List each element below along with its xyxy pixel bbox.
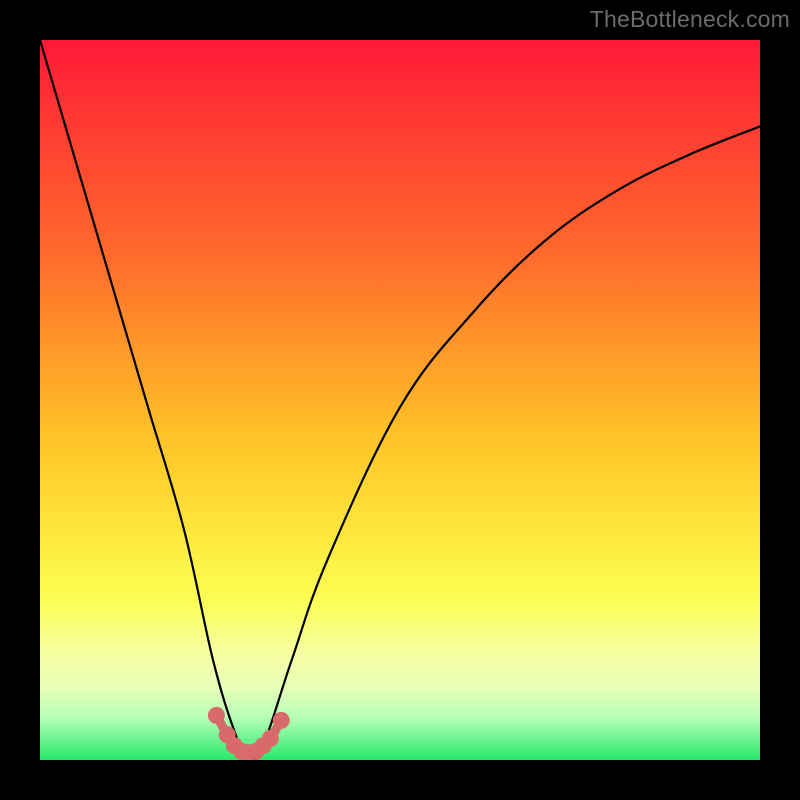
bottleneck-curve	[40, 40, 760, 760]
trough-marker	[273, 712, 290, 729]
plot-area	[40, 40, 760, 760]
watermark-text: TheBottleneck.com	[590, 6, 790, 33]
trough-marker	[262, 730, 279, 747]
chart-frame: TheBottleneck.com	[0, 0, 800, 800]
trough-marker-group	[208, 707, 290, 760]
curve-svg	[40, 40, 760, 760]
trough-marker	[208, 707, 225, 724]
